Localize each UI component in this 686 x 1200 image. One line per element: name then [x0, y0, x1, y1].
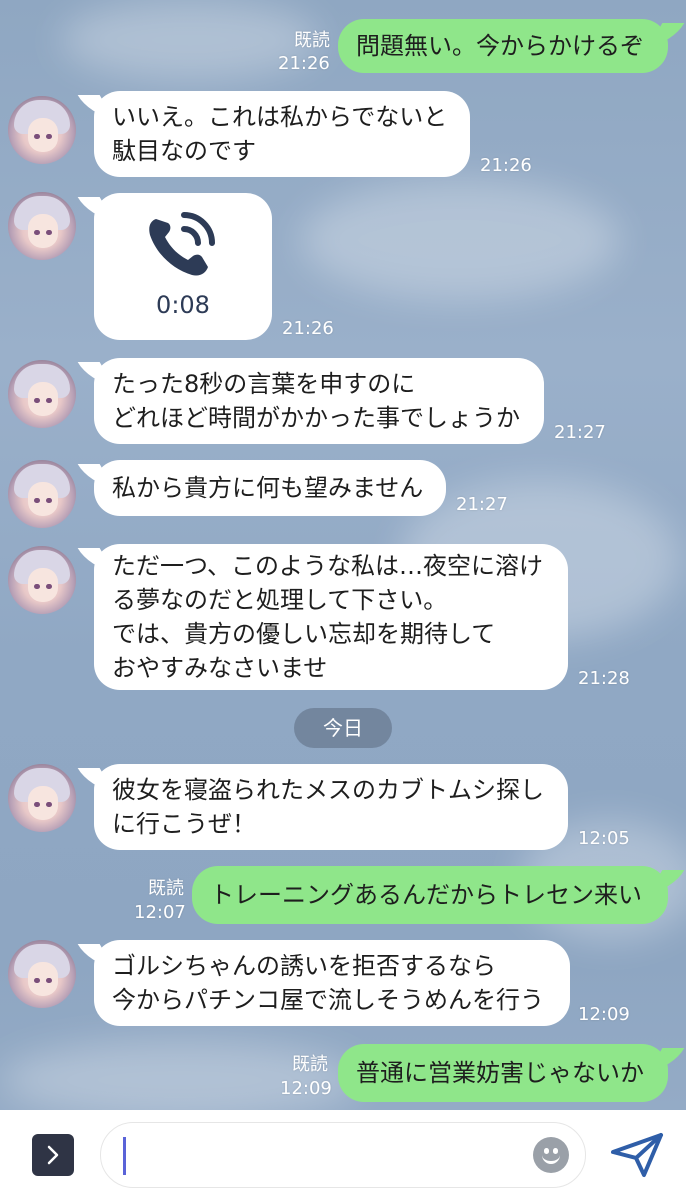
message-bubble[interactable]: 普通に営業妨害じゃないか	[338, 1044, 668, 1102]
avatar[interactable]	[8, 460, 76, 528]
message-time: 12:05	[578, 828, 630, 849]
read-receipt: 既読	[148, 878, 184, 899]
message-bubble[interactable]: たった8秒の言葉を申すのに どれほど時間がかかった事でしょうか	[94, 358, 544, 444]
emoji-icon[interactable]	[533, 1137, 569, 1173]
call-bubble[interactable]: 0:08	[94, 193, 272, 340]
text-caret	[123, 1137, 126, 1175]
message-bubble[interactable]: ゴルシちゃんの誘いを拒否するなら 今からパチンコ屋で流しそうめんを行う	[94, 940, 570, 1026]
avatar[interactable]	[8, 764, 76, 832]
date-separator: 今日	[294, 708, 392, 748]
message-time: 21:27	[554, 422, 606, 443]
message-time: 12:07	[134, 902, 186, 923]
message-bubble[interactable]: 私から貴方に何も望みません	[94, 460, 446, 516]
read-receipt: 既読	[294, 30, 330, 51]
send-icon[interactable]	[610, 1132, 664, 1178]
avatar[interactable]	[8, 360, 76, 428]
message-bubble[interactable]: いいえ。これは私からでないと 駄目なのです	[94, 91, 470, 177]
message-time: 21:28	[578, 668, 630, 689]
avatar[interactable]	[8, 96, 76, 164]
chat-area: 既読 21:26 問題無い。今からかけるぞ いいえ。これは私からでないと 駄目な…	[0, 0, 686, 1110]
message-bubble[interactable]: トレーニングあるんだからトレセン来い	[192, 866, 668, 924]
message-time: 21:26	[480, 155, 532, 176]
avatar[interactable]	[8, 940, 76, 1008]
message-input[interactable]	[100, 1122, 586, 1188]
expand-button[interactable]	[32, 1134, 74, 1176]
message-time: 21:26	[278, 53, 330, 74]
message-time: 21:26	[282, 318, 334, 339]
message-bubble[interactable]: 彼女を寝盗られたメスのカブトムシ探し に行こうぜ！	[94, 764, 568, 850]
message-bubble[interactable]: ただ一つ、このような私は…夜空に溶け る夢なのだと処理して下さい。 では、貴方の…	[94, 544, 568, 690]
message-time: 12:09	[578, 1004, 630, 1025]
phone-call-icon	[149, 212, 215, 276]
read-receipt: 既読	[292, 1054, 328, 1075]
chevron-right-icon	[47, 1145, 59, 1165]
message-time: 21:27	[456, 494, 508, 515]
input-bar	[0, 1110, 686, 1200]
message-time: 12:09	[280, 1078, 332, 1099]
avatar[interactable]	[8, 192, 76, 260]
message-bubble[interactable]: 問題無い。今からかけるぞ	[338, 19, 668, 73]
call-duration: 0:08	[156, 291, 210, 319]
avatar[interactable]	[8, 546, 76, 614]
